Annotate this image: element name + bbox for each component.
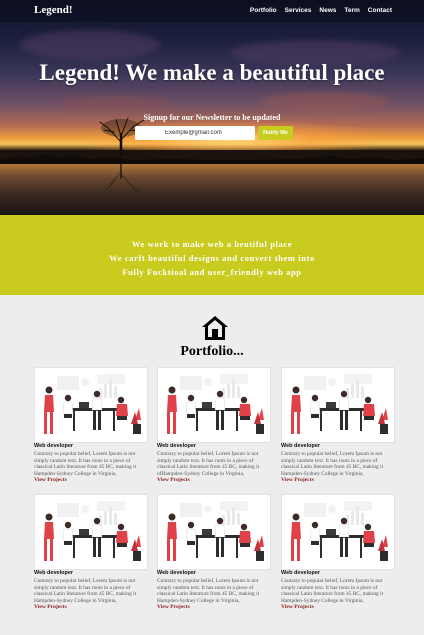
card-title: Web developer xyxy=(281,570,321,576)
mission-line-2: We carft beautiful designs and convert t… xyxy=(109,253,315,263)
card-image xyxy=(157,367,271,443)
cloud-shape xyxy=(20,30,160,60)
view-projects-link[interactable]: View Projects xyxy=(157,604,190,610)
portfolio-card: Web developer Contrary to popular belief… xyxy=(281,494,395,612)
portfolio-card: Web developer Contrary to popular belief… xyxy=(34,367,148,485)
view-projects-link[interactable]: View Projects xyxy=(34,604,67,610)
card-title: Web developer xyxy=(281,443,321,449)
mission-banner: We work to make web a beutiful place We … xyxy=(0,215,424,295)
team-illustration xyxy=(35,368,147,442)
hero-section: Legend! Portfolio Services News Term Con… xyxy=(0,0,424,215)
nav-link-services[interactable]: Services xyxy=(285,7,312,14)
cloud-shape xyxy=(260,92,390,110)
team-illustration xyxy=(282,495,394,569)
lake-reflection xyxy=(0,160,424,215)
portfolio-card: Web developer Contrary to popular belief… xyxy=(157,367,271,485)
view-projects-link[interactable]: View Projects xyxy=(34,477,67,483)
card-title: Web developer xyxy=(157,443,197,449)
mission-line-3: Fully Fucktioal and user_friendly web ap… xyxy=(122,267,302,277)
card-description: Contrary to popular belief, Lorem Ipsum … xyxy=(34,451,137,477)
team-illustration xyxy=(158,368,270,442)
card-image xyxy=(34,367,148,443)
card-description: Contrary to popular belief, Lorem Ipsum … xyxy=(157,578,260,604)
portfolio-card: Web developer Contrary to popular belief… xyxy=(281,367,395,485)
card-title: Web developer xyxy=(34,443,74,449)
card-description: Contrary to popular belief, Lorem Ipsum … xyxy=(281,578,384,604)
cloud-shape xyxy=(60,95,170,111)
view-projects-link[interactable]: View Projects xyxy=(281,604,314,610)
nav-link-term[interactable]: Term xyxy=(344,7,359,14)
card-image xyxy=(157,494,271,570)
card-image xyxy=(34,494,148,570)
card-description: Contrary to popular belief, Lorem Ipsum … xyxy=(34,578,137,604)
nav-link-news[interactable]: News xyxy=(319,7,336,14)
card-image xyxy=(281,367,395,443)
portfolio-title: Portfolio... xyxy=(180,344,244,359)
card-title: Web developer xyxy=(157,570,197,576)
team-illustration xyxy=(282,368,394,442)
card-description: Contrary to popular belief, Lorem Ipsum … xyxy=(281,451,384,477)
notify-button[interactable]: Notify Me xyxy=(258,126,293,140)
team-illustration xyxy=(35,495,147,569)
card-title: Web developer xyxy=(34,570,74,576)
view-projects-link[interactable]: View Projects xyxy=(281,477,314,483)
portfolio-card: Web developer Contrary to popular belief… xyxy=(34,494,148,612)
nav-link-contact[interactable]: Contact xyxy=(368,7,392,14)
home-icon xyxy=(202,316,228,340)
brand-logo[interactable]: Legend! xyxy=(34,4,73,16)
newsletter-label: Signup for our Newsletter to be updated xyxy=(143,113,281,122)
email-input[interactable] xyxy=(135,126,255,140)
card-image xyxy=(281,494,395,570)
team-illustration xyxy=(158,495,270,569)
mission-line-1: We work to make web a beutiful place xyxy=(131,239,293,249)
hero-title: Legend! We make a beautiful place xyxy=(39,60,385,85)
nav-link-portfolio[interactable]: Portfolio xyxy=(250,7,277,14)
tree-line xyxy=(0,154,424,164)
view-projects-link[interactable]: View Projects xyxy=(157,477,190,483)
nav-links: Portfolio Services News Term Contact xyxy=(250,7,392,14)
top-nav: Legend! Portfolio Services News Term Con… xyxy=(0,0,424,22)
portfolio-card: Web developer Contrary to popular belief… xyxy=(157,494,271,612)
card-description: Contrary to popular belief, Lorem Ipsum … xyxy=(157,451,260,477)
